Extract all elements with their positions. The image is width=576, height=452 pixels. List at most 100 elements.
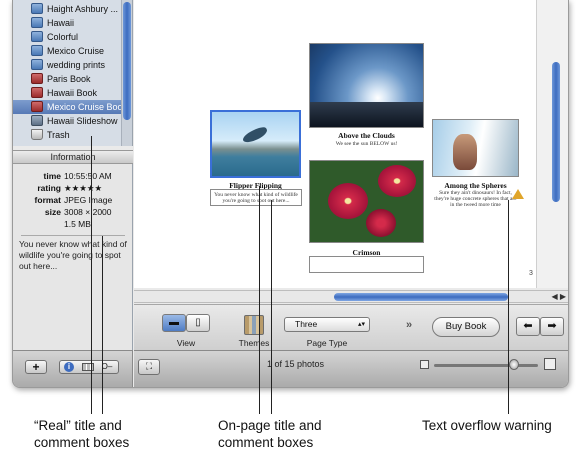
zoom-large-icon[interactable] bbox=[544, 358, 556, 370]
info-icon[interactable]: i bbox=[64, 362, 74, 372]
book-icon bbox=[31, 87, 43, 98]
source-list-item-label: Mexico Cruise bbox=[47, 46, 105, 56]
fullscreen-button[interactable]: ⛶ bbox=[138, 359, 160, 375]
source-list-scrollbar[interactable] bbox=[121, 0, 132, 146]
dolphin-shape bbox=[241, 124, 269, 146]
zoom-slider[interactable] bbox=[434, 364, 538, 367]
source-list-item[interactable]: Colorful bbox=[13, 30, 131, 44]
flower-shape-1 bbox=[328, 183, 368, 219]
callout-line-onpage-title bbox=[259, 186, 260, 414]
info-time-row: time 10:55:50 AM bbox=[13, 170, 133, 182]
next-page-button[interactable]: ➡ bbox=[540, 317, 564, 336]
iphoto-window: Haight Ashbury ... Hawaii Colorful Mexico C… bbox=[12, 0, 569, 388]
info-filesize-value: 1.5 MB bbox=[64, 219, 91, 229]
onpage-comment-box-crimson[interactable] bbox=[309, 256, 424, 273]
buy-book-button[interactable]: Buy Book bbox=[432, 317, 500, 337]
album-icon bbox=[31, 45, 43, 56]
source-list-item-label: Trash bbox=[47, 130, 70, 140]
source-list-item[interactable]: Hawaii bbox=[13, 16, 131, 30]
horizontal-scroll-thumb[interactable] bbox=[334, 293, 508, 301]
trash-icon bbox=[31, 129, 43, 140]
source-list-item-label: Hawaii Slideshow bbox=[47, 116, 118, 126]
select-arrows-icon: ▴▾ bbox=[357, 321, 365, 328]
view-label: View bbox=[176, 338, 196, 348]
person-shape bbox=[453, 134, 477, 170]
source-list-item[interactable]: wedding prints bbox=[13, 58, 131, 72]
book-icon bbox=[31, 73, 43, 84]
book-icon bbox=[31, 101, 43, 112]
onpage-title-clouds[interactable]: Above the Clouds bbox=[309, 131, 424, 140]
source-list-item[interactable]: Paris Book bbox=[13, 72, 131, 86]
book-toolbar: ▬ ▯ View Themes Three ▴▾ Page Type » Buy… bbox=[134, 304, 568, 350]
photo-flipper[interactable] bbox=[210, 110, 301, 178]
zoom-small-icon[interactable] bbox=[420, 360, 429, 369]
source-list-item-label: Hawaii Book bbox=[47, 88, 98, 98]
source-list-item[interactable]: Hawaii Slideshow bbox=[13, 114, 131, 128]
view-two-page-button[interactable]: ▬ bbox=[162, 314, 186, 332]
onpage-comment-box-flipper[interactable]: You never know what kind of wildlife you… bbox=[210, 189, 302, 206]
flower-shape-3 bbox=[366, 209, 396, 237]
info-rating-row: rating ★★★★★ bbox=[13, 182, 133, 194]
onpage-comment-clouds[interactable]: We see the sun BELOW us! bbox=[309, 141, 424, 147]
bottom-left-toolbar: + i O– bbox=[13, 350, 133, 387]
callout-line-overflow bbox=[508, 200, 509, 414]
source-list-item[interactable]: Hawaii Book bbox=[13, 86, 131, 100]
callout-line-real-comment bbox=[102, 236, 103, 414]
information-header[interactable]: Information bbox=[13, 150, 133, 164]
album-icon bbox=[31, 59, 43, 70]
themes-label[interactable]: Themes bbox=[234, 338, 274, 348]
source-list-item-label: Mexico Cruise Book bbox=[47, 102, 128, 112]
callout-real-boxes: “Real” title and comment boxes bbox=[34, 418, 130, 450]
onpage-title-spheres[interactable]: Among the Spheres bbox=[430, 181, 521, 190]
callout-onpage-boxes: On-page title and comment boxes bbox=[218, 418, 322, 450]
callout-overflow-warning: Text overflow warning bbox=[422, 418, 552, 433]
slideshow-icon bbox=[31, 115, 43, 126]
scroll-arrows-icon[interactable]: ◀ ▶ bbox=[551, 292, 566, 301]
single-page-icon: ▯ bbox=[195, 317, 201, 328]
comment-field[interactable]: You never know what kind of wildlife you… bbox=[19, 239, 127, 272]
source-list-item-label: Haight Ashbury ... bbox=[47, 4, 119, 14]
page-type-label: Page Type bbox=[306, 338, 348, 348]
onpage-comment-spheres[interactable]: Sure they ain't dinosaurs! In fact, they… bbox=[432, 190, 519, 208]
source-list: Haight Ashbury ... Hawaii Colorful Mexico C… bbox=[13, 0, 133, 146]
source-list-item[interactable]: Haight Ashbury ... bbox=[13, 2, 131, 16]
flower-shape-2 bbox=[378, 165, 416, 197]
info-time-label: time bbox=[43, 171, 61, 181]
themes-icon[interactable] bbox=[244, 315, 264, 335]
page-type-select[interactable]: Three ▴▾ bbox=[284, 317, 370, 332]
vertical-scroll-thumb[interactable] bbox=[552, 62, 560, 202]
album-icon bbox=[31, 17, 43, 28]
calendar-icon[interactable] bbox=[82, 363, 94, 371]
info-size-value: 3008 × 2000 bbox=[64, 207, 112, 217]
callout-line-onpage-comment bbox=[271, 200, 272, 414]
album-icon bbox=[31, 31, 43, 42]
information-pane: time 10:55:50 AM rating ★★★★★ format JPE… bbox=[13, 164, 133, 350]
info-size-row: size 3008 × 2000 bbox=[13, 206, 133, 218]
source-list-item[interactable]: Trash bbox=[13, 128, 131, 142]
photo-crimson[interactable] bbox=[309, 160, 424, 243]
vertical-scrollbar[interactable] bbox=[536, 0, 568, 288]
text-overflow-warning-icon[interactable] bbox=[512, 189, 524, 199]
source-list-item-label: Colorful bbox=[47, 32, 79, 42]
info-time-value: 10:55:50 AM bbox=[64, 171, 112, 181]
callout-line-real-title bbox=[91, 136, 92, 414]
info-divider bbox=[21, 235, 125, 236]
source-list-scroll-thumb[interactable] bbox=[123, 2, 131, 120]
info-rating-stars[interactable]: ★★★★★ bbox=[64, 182, 102, 194]
onpage-comment-flipper: You never know what kind of wildlife you… bbox=[214, 192, 298, 204]
source-list-item-label: Hawaii bbox=[47, 18, 75, 28]
source-list-item[interactable]: Mexico Cruise Book bbox=[13, 100, 131, 114]
previous-page-button[interactable]: ⬅ bbox=[516, 317, 540, 336]
photo-among-the-spheres[interactable] bbox=[432, 119, 519, 177]
photo-above-the-clouds[interactable] bbox=[309, 43, 424, 128]
horizontal-scrollbar[interactable]: ◀ ▶ bbox=[134, 290, 568, 303]
zoom-slider-knob[interactable] bbox=[509, 359, 520, 370]
more-chevron-icon[interactable]: » bbox=[406, 319, 412, 331]
source-list-item[interactable]: Mexico Cruise bbox=[13, 44, 131, 58]
info-format-row: format JPEG Image bbox=[13, 194, 133, 206]
add-button[interactable]: + bbox=[25, 360, 47, 374]
view-single-page-button[interactable]: ▯ bbox=[186, 314, 210, 332]
fullscreen-icon: ⛶ bbox=[145, 361, 153, 371]
info-rating-label: rating bbox=[37, 183, 61, 193]
photo-count: 1 of 15 photos bbox=[267, 359, 325, 369]
